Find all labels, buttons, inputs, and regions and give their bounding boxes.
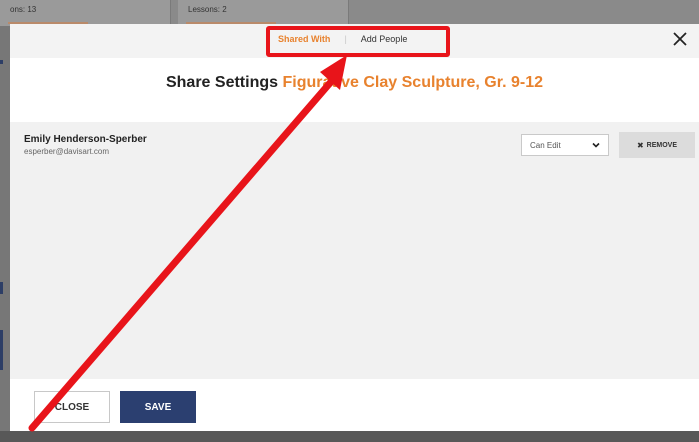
modal-footer: CLOSE SAVE [10,379,699,431]
backdrop-edge-mark [0,60,3,64]
remove-user-button[interactable]: ✖ REMOVE [619,132,695,158]
user-name: Emily Henderson-Sperber [24,134,147,145]
backdrop-bottom-strip [0,431,699,442]
shared-users-list: Emily Henderson-Sperber esperber@davisar… [10,122,699,379]
backdrop-edge-mark [0,330,3,370]
permission-value: Can Edit [530,141,561,150]
background-card-text: Lessons: 2 [188,5,227,14]
annotation-highlight-box [266,26,450,57]
remove-x-icon: ✖ [636,140,644,150]
save-button[interactable]: SAVE [120,391,196,423]
close-button[interactable]: CLOSE [34,391,110,423]
backdrop-edge-mark [0,282,3,294]
modal-title: Share Settings Figurative Clay Sculpture… [10,74,699,92]
chevron-down-icon [592,141,600,151]
background-card: Lessons: 2 [178,0,349,26]
title-prefix: Share Settings [165,74,279,91]
remove-label: REMOVE [646,141,678,149]
permission-select[interactable]: Can Edit [521,134,609,156]
lesson-title: Figurative Clay Sculpture, Gr. 9-12 [282,74,543,91]
close-icon[interactable] [671,30,689,48]
share-settings-modal: Shared With | Add People Share Settings … [10,24,699,431]
background-card: ons: 13 [0,0,171,26]
background-card-text: ons: 13 [10,5,37,14]
user-email: esperber@davisart.com [24,147,110,156]
